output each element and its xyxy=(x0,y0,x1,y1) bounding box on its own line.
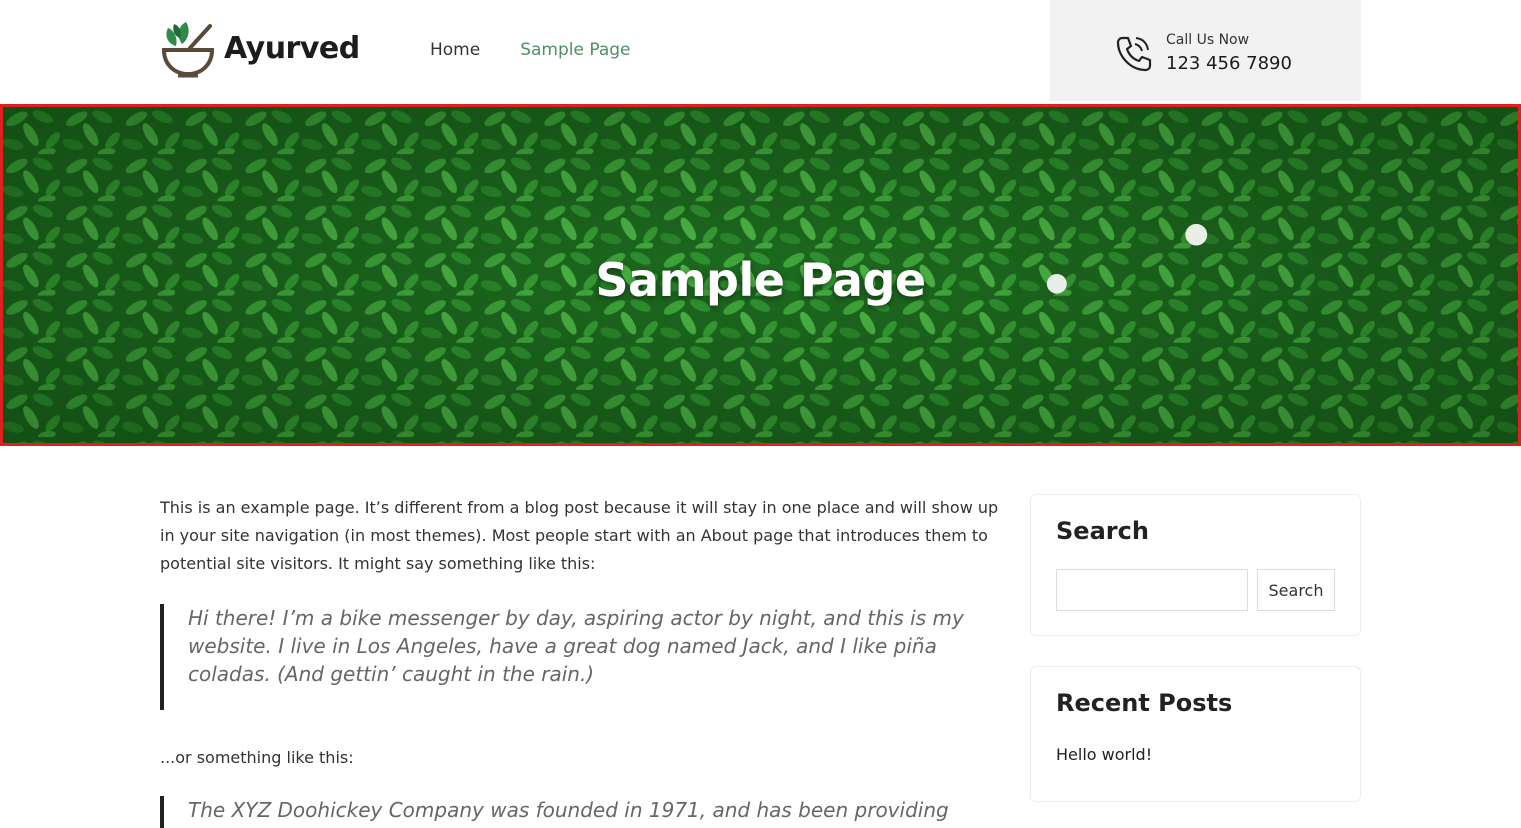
mortar-pestle-leaf-icon xyxy=(161,22,215,78)
search-button[interactable]: Search xyxy=(1257,569,1335,611)
page-title: Sample Page xyxy=(595,253,926,307)
call-label: Call Us Now xyxy=(1166,32,1250,48)
search-widget: Search Search xyxy=(1030,494,1361,636)
recent-post-link[interactable]: Hello world! xyxy=(1056,745,1152,764)
call-number[interactable]: 123 456 7890 xyxy=(1166,53,1292,74)
site-header: Ayurved Home Sample Page Call Us Now 123… xyxy=(0,0,1521,104)
search-widget-title: Search xyxy=(1056,517,1149,545)
recent-posts-widget: Recent Posts Hello world! xyxy=(1030,666,1361,802)
phone-icon xyxy=(1116,36,1152,72)
brand-name: Ayurved xyxy=(224,30,360,66)
site-logo[interactable]: Ayurved xyxy=(160,18,360,78)
main-nav: Home Sample Page xyxy=(430,40,631,60)
call-us-box: Call Us Now 123 456 7890 xyxy=(1050,0,1361,101)
blockquote-1-text: Hi there! I’m a bike messenger by day, a… xyxy=(188,606,964,686)
page-hero-banner: Sample Page xyxy=(0,104,1521,446)
nav-sample-page[interactable]: Sample Page xyxy=(520,40,630,60)
search-input[interactable] xyxy=(1056,569,1248,611)
mid-paragraph: ...or something like this: xyxy=(160,748,354,767)
blockquote-2: The XYZ Doohickey Company was founded in… xyxy=(160,796,1010,828)
page-content: This is an example page. It’s different … xyxy=(160,494,1010,828)
nav-home[interactable]: Home xyxy=(430,40,480,60)
recent-posts-title: Recent Posts xyxy=(1056,689,1233,717)
blockquote-1: Hi there! I’m a bike messenger by day, a… xyxy=(160,604,1010,710)
blockquote-2-text: The XYZ Doohickey Company was founded in… xyxy=(188,798,949,828)
intro-paragraph: This is an example page. It’s different … xyxy=(160,498,999,573)
